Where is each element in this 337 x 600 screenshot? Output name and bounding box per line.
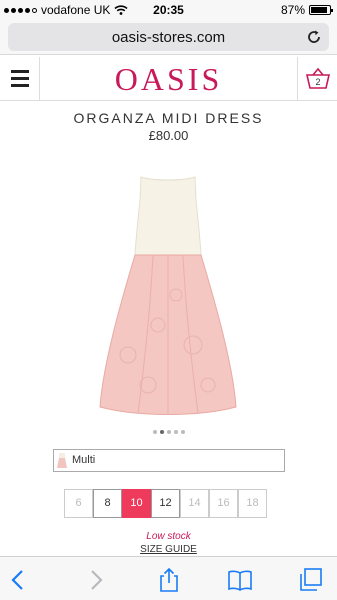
carousel-dot[interactable] (166, 430, 171, 434)
size-option-18: 18 (238, 489, 267, 518)
colour-label: Multi (72, 454, 96, 466)
size-option-14: 14 (180, 489, 209, 518)
size-selector: 6 8 10 12 14 16 18 (64, 489, 267, 518)
size-option-10[interactable]: 10 (122, 489, 151, 518)
battery-percent: 87% (280, 3, 305, 17)
basket-icon: 2 (305, 67, 331, 89)
share-icon[interactable] (156, 567, 182, 593)
carousel-dot[interactable] (152, 430, 157, 434)
forward-icon[interactable] (82, 567, 108, 593)
stock-message: Low stock (146, 531, 191, 542)
carousel-dot[interactable] (173, 430, 178, 434)
reload-icon[interactable] (305, 28, 323, 46)
size-guide-link[interactable]: SIZE GUIDE (0, 544, 337, 555)
product-image[interactable] (98, 175, 238, 420)
browser-address-area: oasis-stores.com (0, 20, 337, 55)
tabs-icon[interactable] (298, 567, 324, 593)
back-icon[interactable] (6, 567, 32, 593)
size-option-6: 6 (64, 489, 93, 518)
product-title: ORGANZA MIDI DRESS (73, 110, 264, 126)
colour-swatch (56, 452, 68, 469)
size-option-8[interactable]: 8 (93, 489, 122, 518)
url-text[interactable]: oasis-stores.com (8, 29, 329, 46)
oasis-logo[interactable]: OASIS (0, 61, 337, 98)
basket-button[interactable]: 2 (297, 57, 337, 101)
browser-toolbar (0, 556, 337, 600)
battery-fill (311, 7, 327, 13)
size-option-12[interactable]: 12 (151, 489, 180, 518)
status-bar: vodafone UK 20:35 87% (0, 0, 337, 20)
colour-selector[interactable]: Multi (53, 449, 285, 472)
status-right: 87% (280, 3, 333, 17)
carousel-dot[interactable] (159, 430, 164, 434)
basket-count: 2 (315, 77, 320, 87)
site-header: OASIS 2 (0, 57, 337, 101)
size-option-16: 16 (209, 489, 238, 518)
image-carousel-dots[interactable] (0, 430, 337, 434)
carousel-dot[interactable] (180, 430, 185, 434)
bookmarks-icon[interactable] (227, 567, 253, 593)
product-price: £80.00 (148, 128, 189, 143)
address-bar[interactable]: oasis-stores.com (8, 23, 329, 51)
battery-icon (309, 5, 333, 15)
